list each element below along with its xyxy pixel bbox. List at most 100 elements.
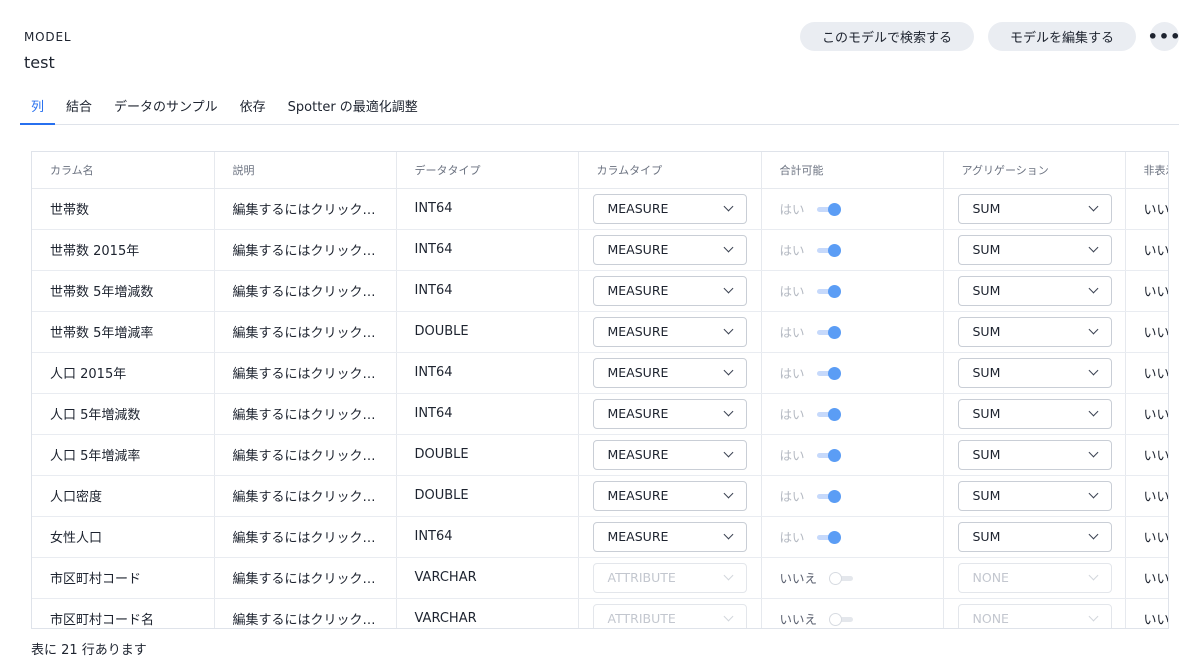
aggregation-select[interactable]: SUM (957, 480, 1112, 511)
header-data-type[interactable]: データタイプ (396, 152, 579, 189)
column-name-cell[interactable]: 市区町村コード (32, 557, 215, 599)
header-additive[interactable]: 合計可能 (761, 152, 944, 189)
description-cell[interactable]: 編集するにはクリック… (214, 434, 397, 476)
chevron-down-icon (723, 324, 733, 335)
edit-model-button[interactable]: モデルを編集する (987, 22, 1136, 51)
additive-toggle[interactable] (816, 530, 841, 544)
additive-toggle[interactable] (816, 489, 841, 503)
aggregation-value: NONE (972, 611, 1009, 626)
additive-toggle[interactable] (816, 366, 841, 380)
additive-cell: はい (761, 311, 944, 353)
column-type-select[interactable]: MEASURE (592, 439, 747, 470)
column-name-cell[interactable]: 市区町村コード名 (32, 598, 215, 628)
column-type-select[interactable]: MEASURE (592, 316, 747, 347)
tab-dependencies[interactable]: 依存 (229, 88, 277, 125)
hidden-cell[interactable]: いいえ (1125, 270, 1168, 312)
description-cell[interactable]: 編集するにはクリック… (214, 598, 397, 628)
chevron-down-icon (723, 447, 733, 458)
data-type-cell: VARCHAR (396, 598, 579, 628)
additive-toggle[interactable] (829, 571, 854, 585)
data-type-cell: INT64 (396, 393, 579, 435)
column-type-cell: MEASURE (578, 311, 762, 353)
aggregation-cell: SUM (943, 188, 1126, 230)
column-type-value: MEASURE (607, 488, 669, 503)
header-column-name[interactable]: カラム名 (32, 152, 215, 189)
column-type-cell: ATTRIBUTE (578, 598, 762, 628)
description-cell[interactable]: 編集するにはクリック… (214, 475, 397, 517)
aggregation-select[interactable]: SUM (957, 439, 1112, 470)
aggregation-select[interactable]: SUM (957, 398, 1112, 429)
more-options-icon[interactable]: ••• (1148, 22, 1180, 51)
hidden-cell[interactable]: いいえ (1125, 475, 1168, 517)
column-type-select[interactable]: MEASURE (592, 193, 747, 224)
column-type-select[interactable]: MEASURE (592, 398, 747, 429)
column-name-cell[interactable]: 人口密度 (32, 475, 215, 517)
aggregation-select[interactable]: SUM (957, 357, 1112, 388)
columns-table-container[interactable]: カラム名 説明 データタイプ カラムタイプ 合計可能 アグリゲーション 非表示 … (31, 151, 1169, 629)
aggregation-select[interactable]: NONE (957, 562, 1112, 593)
hidden-cell[interactable]: いいえ (1125, 311, 1168, 353)
column-type-select[interactable]: MEASURE (592, 521, 747, 552)
description-cell[interactable]: 編集するにはクリック… (214, 393, 397, 435)
description-cell[interactable]: 編集するにはクリック… (214, 270, 397, 312)
column-name-cell[interactable]: 世帯数 5年増減率 (32, 311, 215, 353)
column-type-select[interactable]: ATTRIBUTE (592, 562, 747, 593)
aggregation-select[interactable]: SUM (957, 275, 1112, 306)
additive-toggle[interactable] (816, 407, 841, 421)
additive-toggle[interactable] (829, 612, 854, 626)
tab-columns[interactable]: 列 (20, 88, 56, 125)
column-type-select[interactable]: MEASURE (592, 275, 747, 306)
tab-data-sample[interactable]: データのサンプル (103, 88, 229, 125)
column-name-cell[interactable]: 女性人口 (32, 516, 215, 558)
chevron-down-icon (1088, 406, 1098, 417)
description-cell[interactable]: 編集するにはクリック… (214, 516, 397, 558)
additive-toggle[interactable] (816, 243, 841, 257)
hidden-cell[interactable]: いいえ (1125, 516, 1168, 558)
aggregation-select[interactable]: SUM (957, 234, 1112, 265)
column-name-cell[interactable]: 人口 5年増減率 (32, 434, 215, 476)
header-aggregation[interactable]: アグリゲーション (943, 152, 1126, 189)
hidden-cell[interactable]: いいえ (1125, 598, 1168, 628)
aggregation-cell: SUM (943, 270, 1126, 312)
additive-cell: はい (761, 352, 944, 394)
description-cell[interactable]: 編集するにはクリック… (214, 311, 397, 353)
header-column-type[interactable]: カラムタイプ (578, 152, 762, 189)
additive-toggle[interactable] (816, 325, 841, 339)
aggregation-select[interactable]: SUM (957, 193, 1112, 224)
aggregation-select[interactable]: SUM (957, 521, 1112, 552)
column-type-select[interactable]: MEASURE (592, 357, 747, 388)
hidden-cell[interactable]: いいえ (1125, 434, 1168, 476)
description-cell[interactable]: 編集するにはクリック… (214, 352, 397, 394)
column-type-select[interactable]: ATTRIBUTE (592, 603, 747, 628)
additive-toggle[interactable] (816, 448, 841, 462)
hidden-cell[interactable]: いいえ (1125, 393, 1168, 435)
search-with-model-button[interactable]: このモデルで検索する (799, 22, 974, 51)
chevron-down-icon (723, 406, 733, 417)
hidden-cell[interactable]: いいえ (1125, 229, 1168, 271)
aggregation-select[interactable]: SUM (957, 316, 1112, 347)
column-name-cell[interactable]: 世帯数 2015年 (32, 229, 215, 271)
header-hidden[interactable]: 非表示 (1125, 152, 1168, 189)
column-name-cell[interactable]: 世帯数 (32, 188, 215, 230)
column-type-select[interactable]: MEASURE (592, 234, 747, 265)
additive-toggle[interactable] (816, 284, 841, 298)
aggregation-select[interactable]: NONE (957, 603, 1112, 628)
chevron-down-icon (1088, 570, 1098, 581)
hidden-cell[interactable]: いいえ (1125, 557, 1168, 599)
table-row: 世帯数 5年増減数編集するにはクリック…INT64 MEASURE はい SUM いいえ (32, 270, 1168, 312)
column-name-cell[interactable]: 人口 5年増減数 (32, 393, 215, 435)
aggregation-cell: SUM (943, 516, 1126, 558)
table-row: 市区町村コード名 編集するにはクリック… VARCHAR ATTRIBUTE いいえ NO… (32, 598, 1168, 628)
hidden-cell[interactable]: いいえ (1125, 188, 1168, 230)
tab-joins[interactable]: 結合 (55, 88, 103, 125)
description-cell[interactable]: 編集するにはクリック… (214, 557, 397, 599)
column-type-select[interactable]: MEASURE (592, 480, 747, 511)
tab-spotter-tuning[interactable]: Spotter の最適化調整 (277, 88, 429, 125)
description-cell[interactable]: 編集するにはクリック… (214, 188, 397, 230)
column-name-cell[interactable]: 人口 2015年 (32, 352, 215, 394)
header-description[interactable]: 説明 (214, 152, 397, 189)
hidden-cell[interactable]: いいえ (1125, 352, 1168, 394)
description-cell[interactable]: 編集するにはクリック… (214, 229, 397, 271)
column-name-cell[interactable]: 世帯数 5年増減数 (32, 270, 215, 312)
additive-toggle[interactable] (816, 202, 841, 216)
